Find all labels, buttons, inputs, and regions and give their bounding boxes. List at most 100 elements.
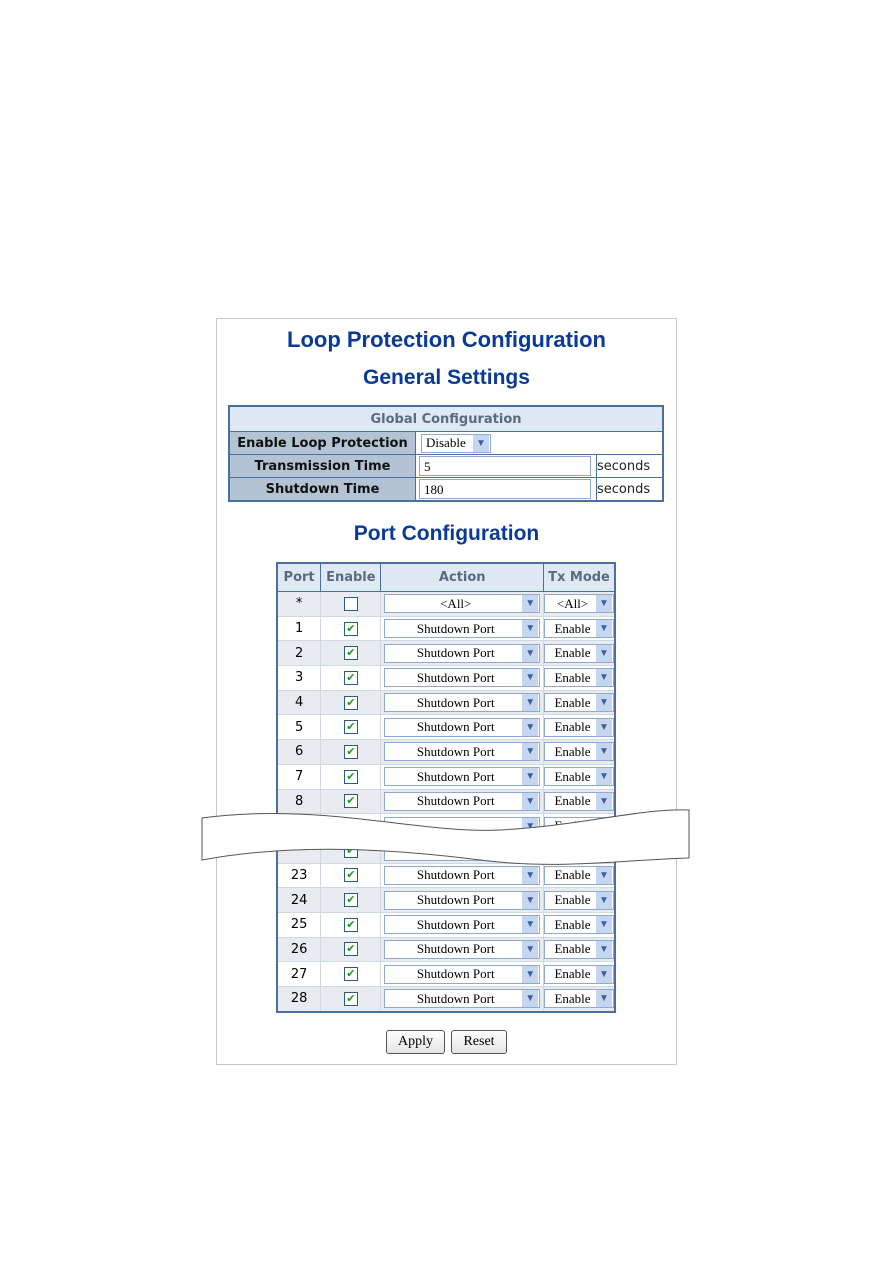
tx-mode-select[interactable]: Enable ▼ <box>544 717 614 737</box>
tx-mode-select[interactable]: Enable ▼ <box>544 939 614 959</box>
action-select[interactable]: Shutdown Port ▼ <box>384 668 541 688</box>
tx-mode-select[interactable]: Enable ▼ <box>544 767 614 787</box>
tx-mode-select[interactable]: Enable ▼ <box>544 989 614 1009</box>
select-value: Shutdown Port <box>416 743 495 759</box>
port-row: 25 ✔ Shutdown Port ▼ Enable ▼ <box>276 911 616 938</box>
page-title: Loop Protection Configuration <box>287 327 606 352</box>
port-number: 24 <box>276 887 322 913</box>
chevron-down-icon: ▼ <box>596 916 612 934</box>
select-value: Shutdown Port <box>416 892 495 908</box>
enable-loop-protection-select[interactable]: Disable ▼ <box>421 433 491 453</box>
shutdown-time-input[interactable]: 180 <box>419 479 591 499</box>
port-row: 24 ✔ Shutdown Port ▼ Enable ▼ <box>276 887 616 913</box>
action-select[interactable]: Shutdown Port ▼ <box>384 964 541 984</box>
enable-checkbox[interactable]: ✔ <box>343 893 358 908</box>
tx-mode-select[interactable]: <All> ▼ <box>544 594 614 614</box>
port-config-heading: Port Configuration <box>353 522 540 545</box>
reset-button[interactable]: Reset <box>451 1030 507 1054</box>
tx-mode-select[interactable]: Enable ▼ <box>544 742 614 762</box>
tx-mode-select[interactable]: Enable ▼ <box>544 865 614 885</box>
action-select[interactable]: Shutdown Port ▼ <box>384 767 541 787</box>
chevron-down-icon: ▼ <box>522 694 539 712</box>
select-value: Shutdown Port <box>416 990 495 1006</box>
action-select[interactable]: Shutdown Port ▼ <box>384 915 541 935</box>
tx-mode-select[interactable]: Enable ▼ <box>544 619 614 639</box>
enable-checkbox[interactable]: ✔ <box>343 942 358 957</box>
port-number: 1 <box>276 615 322 642</box>
transmission-time-label: Transmission Time <box>228 454 416 478</box>
chevron-down-icon: ▼ <box>522 866 539 884</box>
select-value: Enable <box>554 916 591 932</box>
torn-page-break <box>201 809 690 865</box>
select-value: Shutdown Port <box>416 669 495 685</box>
apply-button[interactable]: Apply <box>386 1030 445 1054</box>
enable-checkbox[interactable]: ✔ <box>343 744 358 759</box>
enable-checkbox[interactable] <box>343 596 358 611</box>
action-select[interactable]: Shutdown Port ▼ <box>384 717 541 737</box>
chevron-down-icon: ▼ <box>522 718 539 736</box>
action-select[interactable]: Shutdown Port ▼ <box>384 865 541 885</box>
action-select[interactable]: Shutdown Port ▼ <box>384 939 541 959</box>
enable-checkbox[interactable]: ✔ <box>343 991 358 1006</box>
action-select[interactable]: Shutdown Port ▼ <box>384 693 541 713</box>
port-number: 2 <box>276 640 322 667</box>
chevron-down-icon: ▼ <box>596 595 612 613</box>
enable-checkbox[interactable]: ✔ <box>343 868 358 883</box>
enable-checkbox[interactable]: ✔ <box>343 794 358 809</box>
chevron-down-icon: ▼ <box>522 644 539 662</box>
chevron-down-icon: ▼ <box>522 768 539 786</box>
tx-mode-select[interactable]: Enable ▼ <box>544 915 614 935</box>
enable-checkbox[interactable]: ✔ <box>343 720 358 735</box>
port-row: 27 ✔ Shutdown Port ▼ Enable ▼ <box>276 961 616 987</box>
chevron-down-icon: ▼ <box>522 891 539 909</box>
global-config-table: Global Configuration Enable Loop Protect… <box>228 405 664 502</box>
port-row: 6 ✔ Shutdown Port ▼ Enable ▼ <box>276 739 616 765</box>
select-value: Shutdown Port <box>416 867 495 883</box>
global-config-header: Global Configuration <box>228 405 664 432</box>
col-enable: Enable <box>320 562 382 592</box>
chevron-down-icon: ▼ <box>596 694 612 712</box>
enable-checkbox[interactable]: ✔ <box>343 621 358 636</box>
action-select[interactable]: <All> ▼ <box>384 594 541 614</box>
select-value: Shutdown Port <box>416 719 495 735</box>
port-row: 3 ✔ Shutdown Port ▼ Enable ▼ <box>276 665 616 691</box>
select-value: Enable <box>554 990 591 1006</box>
select-value: Enable <box>554 892 591 908</box>
col-port: Port <box>276 562 322 592</box>
select-value: <All> <box>556 595 589 611</box>
select-value: Shutdown Port <box>416 768 495 784</box>
action-select[interactable]: Shutdown Port ▼ <box>384 989 541 1009</box>
port-number: 4 <box>276 689 322 716</box>
chevron-down-icon: ▼ <box>596 743 612 761</box>
port-row: 2 ✔ Shutdown Port ▼ Enable ▼ <box>276 640 616 667</box>
chevron-down-icon: ▼ <box>596 620 612 638</box>
tx-mode-select[interactable]: Enable ▼ <box>544 964 614 984</box>
port-number: 5 <box>276 714 322 741</box>
action-select[interactable]: Shutdown Port ▼ <box>384 643 541 663</box>
action-select[interactable]: Shutdown Port ▼ <box>384 890 541 910</box>
enable-checkbox[interactable]: ✔ <box>343 646 358 661</box>
enable-checkbox[interactable]: ✔ <box>343 695 358 710</box>
tx-mode-select[interactable]: Enable ▼ <box>544 668 614 688</box>
chevron-down-icon: ▼ <box>596 644 612 662</box>
port-config-table: Port Enable Action Tx Mode * <All> ▼ <All… <box>276 562 616 1013</box>
tx-mode-select[interactable]: Enable ▼ <box>544 643 614 663</box>
transmission-time-input[interactable]: 5 <box>419 456 591 476</box>
chevron-down-icon: ▼ <box>596 866 612 884</box>
select-value: Enable <box>554 793 591 809</box>
port-number: 26 <box>276 936 322 963</box>
tx-mode-select[interactable]: Enable ▼ <box>544 890 614 910</box>
chevron-down-icon: ▼ <box>596 718 612 736</box>
port-row: * <All> ▼ <All> ▼ <box>276 591 616 617</box>
action-select[interactable]: Shutdown Port ▼ <box>384 742 541 762</box>
select-value: Shutdown Port <box>416 694 495 710</box>
tx-mode-select[interactable]: Enable ▼ <box>544 693 614 713</box>
enable-checkbox[interactable]: ✔ <box>343 917 358 932</box>
enable-checkbox[interactable]: ✔ <box>343 670 358 685</box>
enable-checkbox[interactable]: ✔ <box>343 967 358 982</box>
loop-protection-panel: Loop Protection Configuration General Se… <box>216 318 677 1065</box>
select-value: Enable <box>554 743 591 759</box>
port-row: 5 ✔ Shutdown Port ▼ Enable ▼ <box>276 714 616 741</box>
enable-checkbox[interactable]: ✔ <box>343 769 358 784</box>
action-select[interactable]: Shutdown Port ▼ <box>384 619 541 639</box>
